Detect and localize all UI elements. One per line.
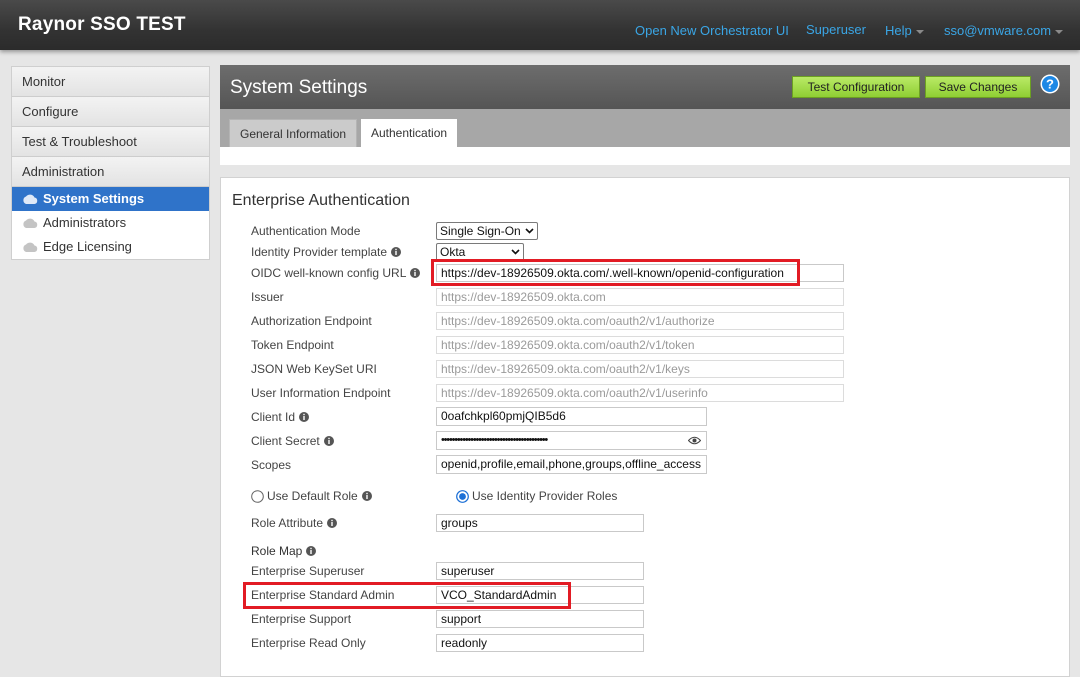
help-menu[interactable]: Help (885, 23, 924, 38)
chevron-down-icon (525, 228, 534, 234)
use-default-role-label: Use Default Role (267, 489, 358, 503)
eye-icon[interactable] (688, 436, 701, 445)
client-id-label-text: Client Id (251, 410, 296, 424)
info-icon[interactable] (410, 268, 421, 278)
superuser-link[interactable]: Superuser (806, 22, 866, 37)
svg-text:?: ? (1046, 77, 1054, 92)
role-attribute-label-text: Role Attribute (251, 516, 324, 530)
enterprise-read-only-input[interactable]: readonly (436, 634, 644, 652)
section-title: Enterprise Authentication (232, 192, 410, 209)
idp-template-value: Okta (440, 245, 466, 259)
oidc-url-input[interactable]: https://dev-18926509.okta.com/.well-know… (436, 264, 844, 282)
sidebar: Monitor Configure Test & Troubleshoot Ad… (11, 66, 210, 260)
radio-unchecked-icon[interactable] (251, 489, 264, 503)
role-map-heading: Role Map (251, 544, 317, 558)
enterprise-superuser-label: Enterprise Superuser (251, 564, 365, 578)
page-header: System Settings Test Configuration Save … (220, 65, 1070, 109)
issuer-label: Issuer (251, 290, 284, 304)
auth-mode-label: Authentication Mode (251, 224, 361, 238)
tab-general-information[interactable]: General Information (229, 119, 358, 147)
page-title: System Settings (230, 77, 368, 98)
idp-template-label: Identity Provider template (251, 245, 402, 259)
role-attribute-label: Role Attribute (251, 516, 338, 530)
cloud-icon (23, 194, 38, 204)
auth-mode-value: Single Sign-On (440, 224, 521, 238)
client-secret-label: Client Secret (251, 434, 334, 448)
info-icon[interactable] (327, 518, 338, 528)
enterprise-superuser-input[interactable]: superuser (436, 562, 644, 580)
info-icon[interactable] (361, 491, 372, 501)
tab-bar: General Information Authentication (220, 109, 1070, 147)
top-navigation-bar: Raynor SSO TEST Open New Orchestrator UI… (0, 0, 1080, 50)
jwks-uri-label: JSON Web KeySet URI (251, 362, 377, 376)
info-icon[interactable] (306, 546, 317, 556)
info-icon[interactable] (391, 247, 402, 257)
token-endpoint-label: Token Endpoint (251, 338, 334, 352)
use-default-role-option[interactable]: Use Default Role (251, 489, 372, 503)
role-attribute-input[interactable]: groups (436, 514, 644, 532)
enterprise-support-input[interactable]: support (436, 610, 644, 628)
userinfo-endpoint-field: https://dev-18926509.okta.com/oauth2/v1/… (436, 384, 844, 402)
enterprise-support-label: Enterprise Support (251, 612, 352, 626)
issuer-field: https://dev-18926509.okta.com (436, 288, 844, 306)
sidebar-item-label: System Settings (43, 191, 145, 206)
enterprise-standard-admin-label: Enterprise Standard Admin (251, 588, 395, 602)
enterprise-authentication-panel: Enterprise Authentication Authentication… (220, 177, 1070, 677)
save-changes-button[interactable]: Save Changes (925, 76, 1031, 98)
info-icon[interactable] (299, 412, 310, 422)
authorization-endpoint-label: Authorization Endpoint (251, 314, 372, 328)
use-idp-roles-label: Use Identity Provider Roles (472, 489, 618, 503)
help-menu-label: Help (885, 23, 912, 38)
oidc-label-text: OIDC well-known config URL (251, 266, 407, 280)
sidebar-item-system-settings[interactable]: System Settings (12, 187, 209, 211)
user-menu[interactable]: sso@vmware.com (944, 23, 1064, 38)
sidebar-section-configure[interactable]: Configure (12, 97, 209, 127)
tab-authentication[interactable]: Authentication (361, 119, 458, 147)
client-secret-input[interactable]: •••••••••••••••••••••••••••••••••••••••• (436, 431, 707, 450)
chevron-down-icon (511, 249, 520, 255)
auth-mode-select[interactable]: Single Sign-On (436, 222, 538, 240)
test-configuration-button[interactable]: Test Configuration (792, 76, 920, 98)
app-title: Raynor SSO TEST (18, 14, 186, 35)
chevron-down-icon (915, 29, 924, 34)
sidebar-item-label: Edge Licensing (43, 239, 132, 254)
client-secret-label-text: Client Secret (251, 434, 320, 448)
user-menu-label: sso@vmware.com (944, 23, 1052, 38)
chevron-down-icon (1055, 29, 1064, 34)
sidebar-section-monitor[interactable]: Monitor (12, 67, 209, 97)
enterprise-standard-admin-input[interactable]: VCO_StandardAdmin (436, 586, 644, 604)
open-orchestrator-link[interactable]: Open New Orchestrator UI (635, 23, 789, 38)
sidebar-item-label: Administrators (43, 215, 127, 230)
oidc-label: OIDC well-known config URL (251, 266, 421, 280)
sidebar-item-edge-licensing[interactable]: Edge Licensing (12, 235, 209, 259)
info-icon[interactable] (323, 436, 334, 446)
cloud-icon (23, 218, 38, 228)
tab-content-strip (220, 147, 1070, 165)
sidebar-section-administration[interactable]: Administration (12, 157, 209, 187)
use-idp-roles-option[interactable]: Use Identity Provider Roles (456, 489, 617, 503)
enterprise-read-only-label: Enterprise Read Only (251, 636, 366, 650)
scopes-label: Scopes (251, 458, 292, 472)
userinfo-endpoint-label: User Information Endpoint (251, 386, 391, 400)
client-id-label: Client Id (251, 410, 310, 424)
cloud-icon (23, 242, 38, 252)
role-map-label: Role Map (251, 544, 303, 558)
help-icon[interactable]: ? (1040, 74, 1060, 94)
authorization-endpoint-field: https://dev-18926509.okta.com/oauth2/v1/… (436, 312, 844, 330)
sidebar-section-test-troubleshoot[interactable]: Test & Troubleshoot (12, 127, 209, 157)
idp-template-select[interactable]: Okta (436, 243, 524, 261)
token-endpoint-field: https://dev-18926509.okta.com/oauth2/v1/… (436, 336, 844, 354)
idp-template-label-text: Identity Provider template (251, 245, 388, 259)
radio-checked-icon[interactable] (456, 489, 469, 503)
client-id-input[interactable]: 0oafchkpl60pmjQIB5d6 (436, 407, 707, 426)
jwks-uri-field: https://dev-18926509.okta.com/oauth2/v1/… (436, 360, 844, 378)
sidebar-item-administrators[interactable]: Administrators (12, 211, 209, 235)
scopes-input[interactable]: openid,profile,email,phone,groups,offlin… (436, 455, 707, 474)
